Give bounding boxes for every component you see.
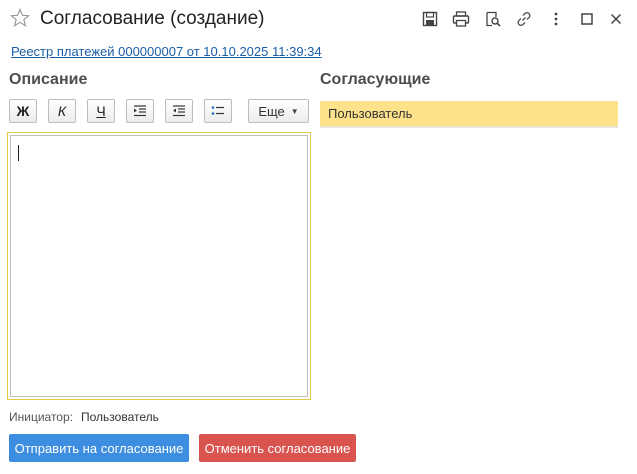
- description-heading: Описание: [9, 71, 88, 88]
- description-editor-frame: [7, 132, 311, 400]
- description-editor[interactable]: [10, 135, 308, 397]
- text-cursor: [18, 145, 19, 161]
- preview-icon[interactable]: [484, 10, 502, 28]
- bulleted-list-button[interactable]: [204, 99, 232, 123]
- indent-increase-icon: [134, 105, 146, 117]
- more-button-label: Еще: [258, 103, 285, 119]
- link-icon[interactable]: [515, 10, 533, 28]
- close-icon[interactable]: [607, 10, 625, 28]
- window-title: Согласование (создание): [40, 8, 265, 29]
- more-vertical-icon[interactable]: [547, 10, 565, 28]
- more-button[interactable]: Еще ▼: [248, 99, 309, 123]
- favorite-star-icon[interactable]: [9, 7, 31, 29]
- bulleted-list-icon: [211, 106, 224, 115]
- cancel-approval-button[interactable]: Отменить согласование: [199, 434, 356, 462]
- indent-increase-button[interactable]: [126, 99, 154, 123]
- print-icon[interactable]: [452, 10, 470, 28]
- table-divider: [320, 127, 618, 128]
- underline-button[interactable]: Ч: [87, 99, 115, 123]
- approvers-heading: Согласующие: [320, 71, 431, 88]
- bold-button[interactable]: Ж: [9, 99, 37, 123]
- initiator-label: Инициатор:: [9, 410, 73, 424]
- indent-decrease-button[interactable]: [165, 99, 193, 123]
- italic-button[interactable]: К: [48, 99, 76, 123]
- maximize-icon[interactable]: [578, 10, 596, 28]
- document-link[interactable]: Реестр платежей 000000007 от 10.10.2025 …: [11, 44, 322, 59]
- save-icon[interactable]: [421, 10, 439, 28]
- send-for-approval-button[interactable]: Отправить на согласование: [9, 434, 189, 462]
- indent-decrease-icon: [173, 105, 185, 117]
- initiator-value: Пользователь: [81, 410, 159, 424]
- chevron-down-icon: ▼: [290, 106, 299, 116]
- approver-row[interactable]: Пользователь: [320, 101, 618, 127]
- approver-name: Пользователь: [328, 106, 413, 121]
